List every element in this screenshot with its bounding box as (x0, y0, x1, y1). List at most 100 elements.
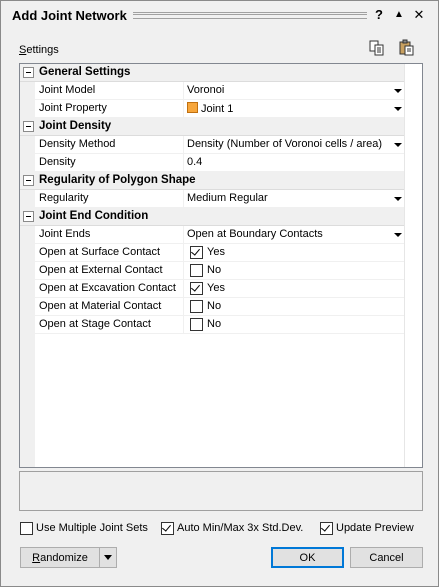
vertical-scrollbar[interactable] (404, 64, 422, 467)
category-label: Regularity of Polygon Shape (39, 174, 196, 186)
property-checkbox[interactable] (190, 300, 203, 313)
property-name: Open at Excavation Contact (39, 282, 176, 294)
property-name: Joint Property (39, 102, 107, 114)
collapse-toggle-icon[interactable] (23, 175, 34, 186)
property-value-text: Joint 1 (201, 103, 234, 115)
property-value: Yes (207, 282, 225, 294)
property-name: Density (39, 156, 76, 168)
collapse-toggle-icon[interactable] (23, 67, 34, 78)
update-preview-checkbox[interactable]: Update Preview (320, 521, 420, 535)
property-name: Open at Material Contact (39, 300, 162, 312)
property-value-text: Open at Boundary Contacts (187, 228, 323, 240)
close-button[interactable]: ✕ (411, 6, 427, 24)
paste-icon[interactable] (398, 39, 416, 57)
property-name: Regularity (39, 192, 89, 204)
property-value[interactable]: Voronoi (187, 84, 224, 96)
property-value[interactable]: 0.4 (187, 156, 202, 168)
property-row[interactable]: Regularity Medium Regular (20, 190, 404, 208)
ok-button[interactable]: OK (271, 547, 344, 568)
property-row[interactable]: Open at Excavation Contact Yes (20, 280, 404, 298)
auto-minmax-checkbox[interactable]: Auto Min/Max 3x Std.Dev. (161, 521, 311, 535)
category-label: General Settings (39, 66, 131, 78)
collapse-toggle-icon[interactable] (23, 121, 34, 132)
property-value[interactable]: Open at Boundary Contacts (187, 228, 323, 240)
window-title: Add Joint Network (12, 8, 127, 23)
auto-minmax-box[interactable] (161, 522, 174, 535)
property-value-text: 0.4 (187, 156, 203, 168)
property-row[interactable]: Joint Property Joint 1 (20, 100, 404, 118)
property-value-text: Voronoi (187, 84, 225, 96)
property-value[interactable]: Density (Number of Voronoi cells / area) (187, 138, 382, 150)
property-value[interactable]: Medium Regular (187, 192, 268, 204)
collapse-button[interactable]: ▲ (391, 6, 407, 24)
dropdown-arrow-icon[interactable] (394, 89, 402, 93)
title-grip (133, 12, 367, 19)
update-preview-box[interactable] (320, 522, 333, 535)
property-name: Open at Surface Contact (39, 246, 161, 258)
cancel-button[interactable]: Cancel (350, 547, 423, 568)
column-divider[interactable] (183, 280, 184, 297)
property-row[interactable]: Open at Surface Contact Yes (20, 244, 404, 262)
property-row[interactable]: Joint Ends Open at Boundary Contacts (20, 226, 404, 244)
help-button[interactable]: ? (371, 6, 387, 24)
description-panel (19, 471, 423, 511)
use-multiple-joint-sets-box[interactable] (20, 522, 33, 535)
title-bar[interactable]: Add Joint Network ? ▲ ✕ (2, 2, 437, 28)
column-divider[interactable] (183, 262, 184, 279)
property-value-text: Medium Regular (187, 192, 268, 204)
use-multiple-joint-sets-label: Use Multiple Joint Sets (36, 522, 148, 534)
property-value: No (207, 300, 222, 312)
collapse-toggle-icon[interactable] (23, 211, 34, 222)
column-divider[interactable] (183, 136, 184, 153)
property-checkbox[interactable] (190, 318, 203, 331)
randomize-button[interactable]: Randomize (20, 547, 100, 568)
dropdown-arrow-icon[interactable] (394, 107, 402, 111)
property-value-text: Density (Number of Voronoi cells / area) (187, 138, 383, 150)
column-divider[interactable] (183, 298, 184, 315)
category-row[interactable]: General Settings (20, 64, 404, 82)
property-row[interactable]: Open at External Contact No (20, 262, 404, 280)
category-label: Joint Density (39, 120, 112, 132)
property-name: Open at External Contact (39, 264, 163, 276)
dropdown-arrow-icon[interactable] (394, 197, 402, 201)
randomize-dropdown-button[interactable] (99, 547, 117, 568)
chevron-down-icon (104, 555, 112, 561)
column-divider[interactable] (183, 244, 184, 261)
copy-icon[interactable] (368, 39, 386, 57)
dialog-window: Add Joint Network ? ▲ ✕ Settings General… (0, 0, 439, 587)
property-value: Yes (207, 246, 225, 258)
category-row[interactable]: Joint Density (20, 118, 404, 136)
property-name: Open at Stage Contact (39, 318, 151, 330)
property-checkbox[interactable] (190, 282, 203, 295)
category-label: Joint End Condition (39, 210, 149, 222)
property-row[interactable]: Open at Stage Contact No (20, 316, 404, 334)
property-row[interactable]: Density Method Density (Number of Voronoi… (20, 136, 404, 154)
property-value: No (207, 264, 222, 276)
dropdown-arrow-icon[interactable] (394, 143, 402, 147)
column-divider[interactable] (183, 226, 184, 243)
column-divider[interactable] (183, 154, 184, 171)
column-divider[interactable] (183, 316, 184, 333)
property-checkbox[interactable] (190, 246, 203, 259)
property-rows: General Settings Joint Model Voronoi Joint … (20, 64, 404, 334)
property-value: No (207, 318, 222, 330)
auto-minmax-label: Auto Min/Max 3x Std.Dev. (177, 522, 304, 534)
update-preview-label: Update Preview (336, 522, 414, 534)
property-value[interactable]: Joint 1 (187, 102, 233, 115)
category-row[interactable]: Regularity of Polygon Shape (20, 172, 404, 190)
dropdown-arrow-icon[interactable] (394, 233, 402, 237)
property-checkbox[interactable] (190, 264, 203, 277)
property-name: Density Method (39, 138, 116, 150)
property-grid[interactable]: General Settings Joint Model Voronoi Joint … (19, 63, 423, 468)
column-divider[interactable] (183, 100, 184, 117)
property-name: Joint Ends (39, 228, 91, 240)
property-row[interactable]: Joint Model Voronoi (20, 82, 404, 100)
color-swatch-icon (187, 102, 198, 113)
column-divider[interactable] (183, 190, 184, 207)
property-name: Joint Model (39, 84, 96, 96)
category-row[interactable]: Joint End Condition (20, 208, 404, 226)
property-row[interactable]: Open at Material Contact No (20, 298, 404, 316)
use-multiple-joint-sets-checkbox[interactable]: Use Multiple Joint Sets (20, 521, 150, 535)
column-divider[interactable] (183, 82, 184, 99)
property-row[interactable]: Density 0.4 (20, 154, 404, 172)
